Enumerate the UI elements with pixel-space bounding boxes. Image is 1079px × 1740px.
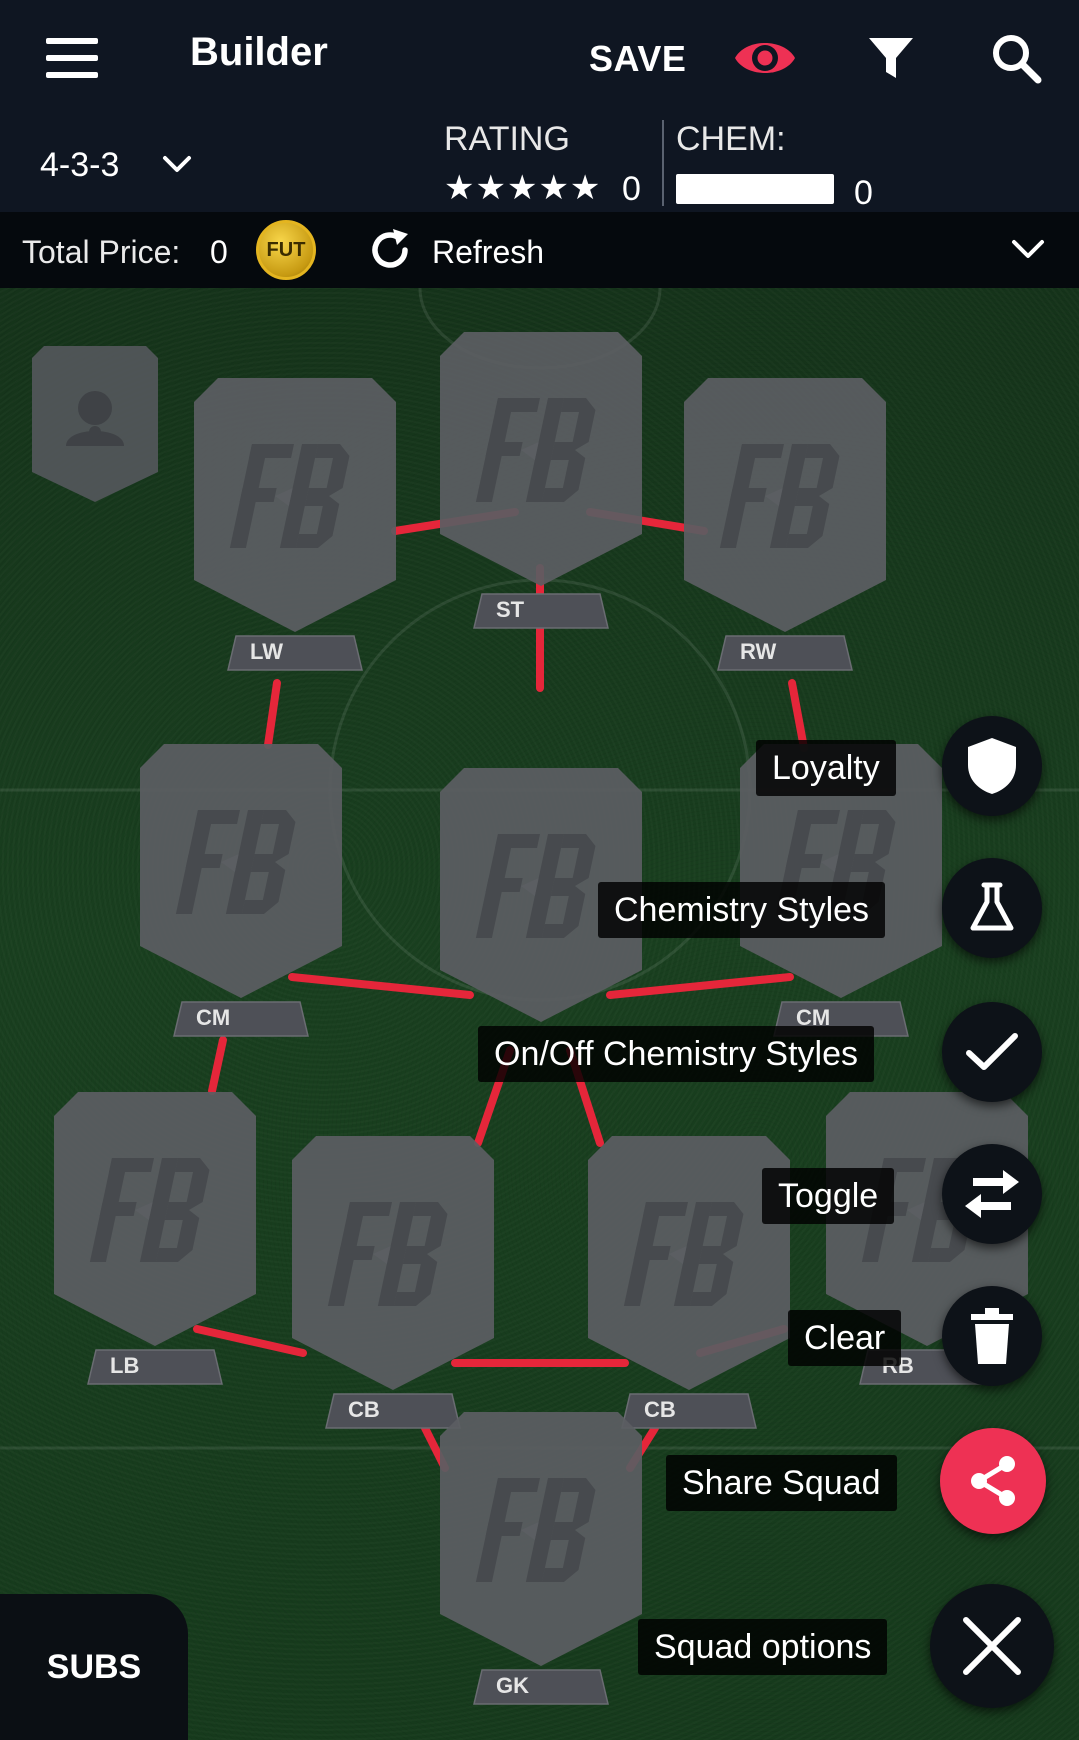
player-card-lcb[interactable] (288, 1132, 498, 1394)
position-tab-shape (473, 593, 609, 629)
swap-arrows-icon (965, 1170, 1019, 1218)
position-tab-lw[interactable]: LW (226, 634, 364, 674)
manager-slot[interactable] (28, 342, 162, 506)
position-label: LW (250, 639, 283, 664)
position-tab-shape (473, 1669, 609, 1705)
card-placeholder-shape (440, 1412, 642, 1666)
card-placeholder-shape (292, 1136, 494, 1390)
card-placeholder-shape (440, 332, 642, 586)
position-tab-shape (227, 635, 363, 671)
clear-button[interactable] (942, 1286, 1042, 1386)
save-button[interactable]: SAVE (589, 38, 686, 80)
on-off-chemistry-styles-label[interactable]: On/Off Chemistry Styles (478, 1026, 875, 1082)
loyalty-button[interactable] (942, 716, 1042, 816)
filter-icon[interactable] (866, 34, 916, 82)
position-tab-lb[interactable]: LB (86, 1348, 224, 1388)
toggle-button[interactable] (942, 1144, 1042, 1244)
position-tab-shape (87, 1349, 223, 1385)
position-tab-shape (717, 635, 853, 671)
loyalty-label[interactable]: Loyalty (756, 740, 896, 796)
player-card-st[interactable] (436, 328, 646, 590)
subs-button[interactable]: SUBS (0, 1594, 188, 1740)
position-label: CB (348, 1397, 380, 1422)
squad-options-close-button[interactable] (930, 1584, 1054, 1708)
menu-icon[interactable] (46, 38, 100, 78)
player-card-lw[interactable] (190, 374, 400, 636)
position-label: GK (496, 1673, 529, 1698)
formation-selector[interactable]: 4-3-3 (40, 146, 119, 185)
search-icon[interactable] (990, 32, 1042, 84)
chemistry-styles-button[interactable] (942, 858, 1042, 958)
on-off-chemistry-styles-button[interactable] (942, 1002, 1042, 1102)
position-label: CM (196, 1005, 231, 1030)
refresh-icon[interactable] (366, 226, 414, 274)
share-icon (971, 1456, 1015, 1506)
position-tab-gk[interactable]: GK (472, 1668, 610, 1708)
player-card-lcm[interactable] (136, 740, 346, 1002)
toggle-label[interactable]: Toggle (762, 1168, 895, 1224)
rating-stars: ★★★★★ (444, 169, 602, 207)
position-tab-shape (173, 1001, 309, 1037)
position-label: ST (496, 597, 525, 622)
player-card-rw[interactable] (680, 374, 890, 636)
position-label: RW (740, 639, 777, 664)
card-placeholder-shape (194, 378, 396, 632)
fut-coin-icon: FUT (256, 220, 316, 280)
refresh-button[interactable]: Refresh (432, 234, 544, 271)
card-placeholder-shape (54, 1092, 256, 1346)
chevron-down-icon[interactable] (1008, 232, 1048, 268)
clear-label[interactable]: Clear (788, 1310, 902, 1366)
squad-options-label[interactable]: Squad options (638, 1619, 888, 1675)
trash-icon (971, 1308, 1013, 1364)
card-placeholder-shape (140, 744, 342, 998)
page-title: Builder (190, 30, 328, 74)
chem-value: 0 (854, 174, 873, 212)
position-tab-rw[interactable]: RW (716, 634, 854, 674)
total-price-value: 0 (210, 234, 228, 270)
position-tab-lcm[interactable]: CM (172, 1000, 310, 1040)
rating-label: RATING (444, 120, 570, 158)
position-label: LB (110, 1353, 140, 1378)
squad-stats-bar: 4-3-3 RATING ★★★★★ 0 CHEM: 0 (0, 116, 1079, 212)
player-card-lb[interactable] (50, 1088, 260, 1350)
player-card-gk[interactable] (436, 1408, 646, 1670)
chemistry-styles-label[interactable]: Chemistry Styles (598, 882, 886, 938)
close-icon (963, 1617, 1021, 1675)
manager-card (32, 346, 158, 502)
shield-icon (968, 738, 1016, 794)
checkmark-icon (966, 1033, 1018, 1070)
share-squad-button[interactable] (940, 1428, 1046, 1534)
rating-value: 0 (622, 170, 641, 208)
flask-icon (970, 882, 1014, 931)
app-header: Builder SAVE (0, 0, 1079, 116)
divider (662, 120, 664, 206)
chevron-down-icon[interactable] (160, 148, 194, 182)
chem-bar (676, 174, 834, 204)
card-placeholder-shape (684, 378, 886, 632)
price-bar: Total Price: 0 FUT Refresh (0, 212, 1079, 288)
total-price-label: Total Price: (22, 234, 181, 270)
pitch: LWSTRWCMCMLBCBCBRBGK (0, 288, 1079, 1740)
position-label: CB (644, 1397, 676, 1422)
share-squad-label[interactable]: Share Squad (666, 1455, 897, 1511)
eye-icon[interactable] (732, 30, 798, 86)
position-tab-st[interactable]: ST (472, 592, 610, 632)
chem-label: CHEM: (676, 120, 786, 158)
